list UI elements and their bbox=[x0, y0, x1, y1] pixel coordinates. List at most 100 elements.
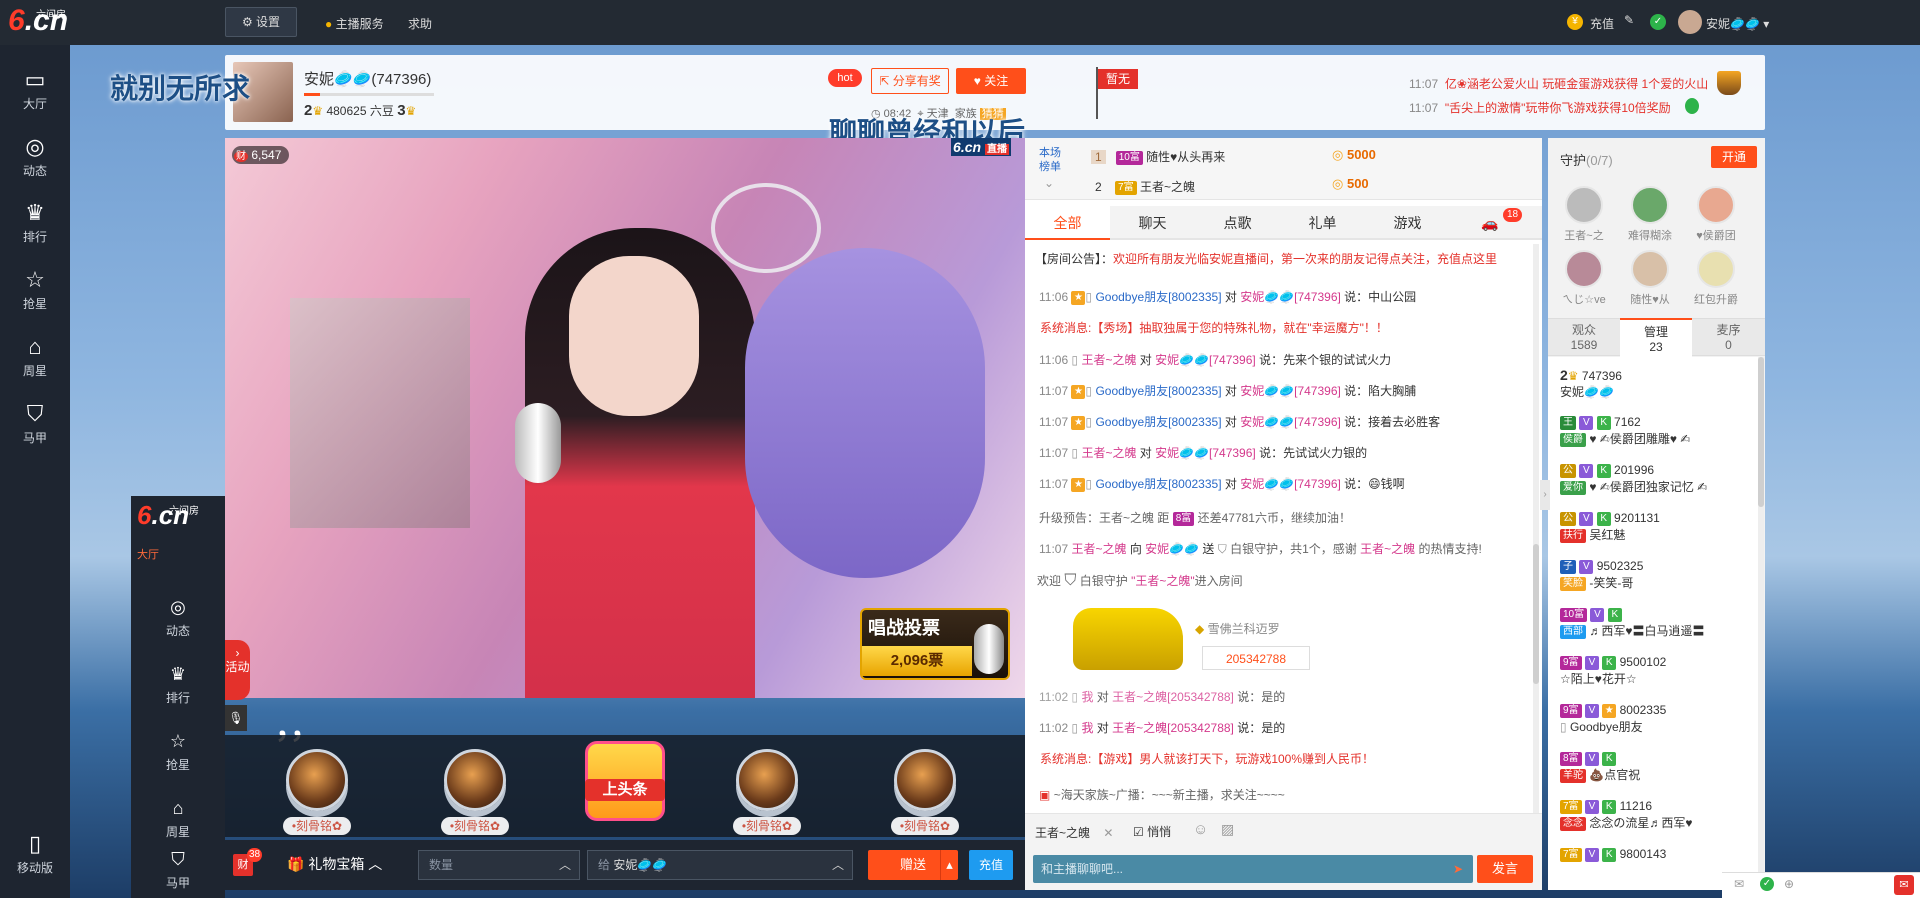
user-list-scrollbar-thumb[interactable] bbox=[1758, 357, 1764, 507]
guardian-member[interactable]: ㄟじ☆ve bbox=[1556, 250, 1612, 307]
list-item[interactable]: 10富 V K 西部 ♬西军♥〓白马逍遥〓 bbox=[1560, 607, 1704, 639]
collapse-handle[interactable]: › bbox=[1540, 480, 1550, 510]
gift-item[interactable]: •刻骨铭✿ bbox=[257, 735, 377, 835]
check-icon[interactable]: ✓ bbox=[1760, 877, 1774, 891]
secondary-nav-vest[interactable]: ⛉ 马甲 bbox=[131, 836, 225, 898]
private-toggle[interactable]: ☑ 悄悄 bbox=[1133, 823, 1171, 840]
open-guardian-button[interactable]: 开通 bbox=[1711, 146, 1757, 168]
chat-message[interactable]: 11:02 ▯ 我 对 王者~之魄[205342788] 说：是的 bbox=[1039, 719, 1285, 736]
chevrolet-icon: ◆ bbox=[1195, 622, 1205, 636]
nav-week-star[interactable]: ⌂ 周星 bbox=[0, 324, 70, 390]
gift-recharge-button[interactable]: 充值 bbox=[969, 850, 1013, 880]
treasure-button[interactable]: 🎁 礼物宝箱 ︿ bbox=[287, 854, 382, 874]
chat-bubble-icon[interactable]: ✉ bbox=[1894, 875, 1914, 895]
chat-input[interactable]: 和主播聊聊吧... ➤ bbox=[1033, 855, 1473, 883]
list-item[interactable]: 王 V K 7162 侯爵 ♥ ✍侯爵团雕雕♥ ✍ bbox=[1560, 415, 1690, 447]
close-icon[interactable]: ✕ bbox=[1103, 826, 1113, 840]
tab-audience[interactable]: 观众 1589 bbox=[1548, 319, 1620, 357]
list-item[interactable]: 8富 V K 羊驼 💩点官祝 bbox=[1560, 751, 1640, 783]
gift-orb-icon bbox=[286, 749, 348, 811]
tab-all[interactable]: 全部 bbox=[1025, 206, 1110, 240]
list-item[interactable]: 2♛ 747396 安妮🥏🥏 bbox=[1560, 367, 1622, 400]
video-player[interactable]: 财 6,547 6.cn 直播 唱战投票 2,096票 bbox=[225, 138, 1025, 698]
tab-song[interactable]: 点歌 bbox=[1195, 206, 1280, 240]
secondary-nav-rank[interactable]: ♛ 排行 bbox=[131, 651, 225, 717]
chat-message[interactable]: 11:07 ★ ▯ Goodbye朋友[8002335] 对 安妮🥏🥏[74739… bbox=[1039, 382, 1416, 399]
follow-button[interactable]: ♥ 关注 bbox=[956, 68, 1026, 94]
send-button[interactable]: 发言 bbox=[1477, 855, 1533, 883]
chat-message[interactable]: 11:06 ▯ 王者~之魄 对 安妮🥏🥏[747396] 说：先来个银的试试火力 bbox=[1039, 351, 1391, 368]
nav-rank[interactable]: ♛ 排行 bbox=[0, 190, 70, 256]
recipient-select[interactable]: 给 安妮🥏🥏 ︿ bbox=[587, 850, 853, 880]
chat-message[interactable]: 11:07 ★ ▯ Goodbye朋友[8002335] 对 安妮🥏🥏[74739… bbox=[1039, 475, 1405, 492]
chat-message[interactable]: 11:02 ▯ 我 对 王者~之魄[205342788] 说：是的 bbox=[1039, 688, 1285, 705]
shirt-icon: ⛉ bbox=[26, 401, 44, 426]
chat-scrollbar[interactable] bbox=[1533, 244, 1539, 832]
vote-widget[interactable]: 唱战投票 2,096票 bbox=[860, 608, 1010, 680]
guard-message[interactable]: 11:07 王者~之魄 向 安妮🥏🥏 送 ⛉ 白银守护，共1个，感谢 王者~之魄… bbox=[1039, 540, 1482, 557]
secondary-hall[interactable]: 大厅 bbox=[137, 546, 159, 562]
user-list-scrollbar[interactable] bbox=[1758, 357, 1764, 890]
chat-message[interactable]: 11:07 ▯ 王者~之魄 对 安妮🥏🥏[747396] 说：先试试火力银的 bbox=[1039, 444, 1367, 461]
avatar[interactable] bbox=[1678, 10, 1702, 34]
anchor-service-link[interactable]: ● 主播服务 bbox=[325, 15, 384, 32]
chat-scrollbar-thumb[interactable] bbox=[1533, 544, 1539, 684]
guardian-member[interactable]: 难得糊涂 bbox=[1622, 186, 1678, 243]
nav-feed[interactable]: ◎ 动态 bbox=[0, 124, 70, 190]
activity-tab[interactable]: › 活动 bbox=[225, 640, 250, 700]
ticker-line-1[interactable]: 11:07 亿❀涵老公爱火山 玩砸金蛋游戏获得 1个爱的火山 bbox=[1409, 75, 1708, 92]
chevron-down-icon[interactable]: ⌄ bbox=[1044, 176, 1054, 190]
right-panel: 守护(0/7) 开通 王者~之 难得糊涂 ♥侯爵团 ㄟじ☆ve 随性♥从 红包升… bbox=[1548, 138, 1765, 890]
gift-orb-icon bbox=[736, 749, 798, 811]
user-menu[interactable]: 安妮🥏🥏 ▾ bbox=[1706, 15, 1769, 32]
mic-icon[interactable]: 🎙 bbox=[225, 705, 247, 731]
tab-chat[interactable]: 聊天 bbox=[1110, 206, 1195, 240]
zoom-icon[interactable]: ⊕ bbox=[1784, 877, 1794, 891]
quantity-input[interactable]: 数量 ︿ bbox=[418, 850, 580, 880]
guardian-member[interactable]: 红包升爵 bbox=[1688, 250, 1744, 307]
chat-message[interactable]: 11:07 ★ ▯ Goodbye朋友[8002335] 对 安妮🥏🥏[74739… bbox=[1039, 413, 1440, 430]
help-link[interactable]: 求助 bbox=[408, 15, 432, 32]
ticker-line-2[interactable]: 11:07 "舌尖上的激情"玩带你飞游戏获得10倍奖励 bbox=[1409, 99, 1671, 116]
anchor-progress bbox=[304, 93, 434, 96]
emoji-icon[interactable]: ☺ bbox=[1193, 821, 1208, 838]
mail-icon[interactable]: ✉ bbox=[1734, 877, 1744, 891]
star-icon: ★ bbox=[1071, 477, 1086, 492]
recharge-link[interactable]: 充值 bbox=[1590, 15, 1614, 32]
gift-item[interactable]: •刻骨铭✿ bbox=[415, 735, 535, 835]
nav-mobile[interactable]: ▯ 移动版 bbox=[0, 825, 70, 885]
list-item[interactable]: 公 V K 9201131 扶行 吴红魅 bbox=[1560, 511, 1660, 543]
guardian-member[interactable]: 王者~之 bbox=[1556, 186, 1612, 243]
list-item[interactable]: 公 V K 201996 爱你 ♥ ✍侯爵团独家记忆 ✍ bbox=[1560, 463, 1707, 495]
list-item[interactable]: 子 V 9502325 笑脸 -笑笑-哥 bbox=[1560, 559, 1643, 591]
secondary-nav-grab-star[interactable]: ☆ 抢星 bbox=[131, 718, 225, 784]
nav-grab-star[interactable]: ☆ 抢星 bbox=[0, 257, 70, 323]
tab-mic-queue[interactable]: 麦序 0 bbox=[1692, 319, 1765, 357]
egg-icon bbox=[1685, 98, 1699, 114]
gift-item[interactable]: •刻骨铭✿ bbox=[707, 735, 827, 835]
settings-button[interactable]: ⚙ 设置 bbox=[225, 7, 297, 37]
secondary-nav-feed[interactable]: ◎ 动态 bbox=[131, 584, 225, 650]
tab-admin[interactable]: 管理 23 bbox=[1620, 318, 1692, 357]
guardian-member[interactable]: ♥侯爵团 bbox=[1688, 186, 1744, 243]
gift-headline[interactable]: 上头条 bbox=[565, 735, 685, 835]
rank-row[interactable]: 1 10富 随性♥从头再来 bbox=[1091, 148, 1225, 165]
list-item[interactable]: 9富 V K 9500102 ☆陌上♥花开☆ bbox=[1560, 655, 1666, 687]
edit-icon[interactable]: ✎ bbox=[1624, 13, 1634, 27]
gift-item[interactable]: •刻骨铭✿ bbox=[865, 735, 985, 835]
send-gift-button[interactable]: 赠送 ▴ bbox=[868, 850, 958, 880]
list-item[interactable]: 7富 V K 9800143 bbox=[1560, 847, 1666, 862]
list-item[interactable]: 7富 V K 11216 念念 念念の流星♬西军♥ bbox=[1560, 799, 1692, 831]
image-icon[interactable]: ▨ bbox=[1221, 821, 1234, 838]
tab-game[interactable]: 游戏 bbox=[1365, 206, 1450, 240]
list-item[interactable]: 9富 V ★ 8002335 ▯ Goodbye朋友 bbox=[1560, 703, 1666, 735]
share-button[interactable]: ⇱ 分享有奖 bbox=[871, 68, 949, 94]
rank-row[interactable]: 2 7富 王者~之魄 bbox=[1095, 178, 1195, 195]
guardian-member[interactable]: 随性♥从 bbox=[1622, 250, 1678, 307]
nav-hall[interactable]: ▭ 大厅 bbox=[0, 57, 70, 123]
chat-target[interactable]: 王者~之魄 ✕ bbox=[1035, 824, 1113, 841]
k-icon: K bbox=[1596, 463, 1611, 478]
tab-gift-list[interactable]: 礼单 bbox=[1280, 206, 1365, 240]
nav-vest[interactable]: ⛉ 马甲 bbox=[0, 391, 70, 457]
chat-message[interactable]: 11:06 ★ ▯ Goodbye朋友[8002335] 对 安妮🥏🥏[74739… bbox=[1039, 288, 1416, 305]
